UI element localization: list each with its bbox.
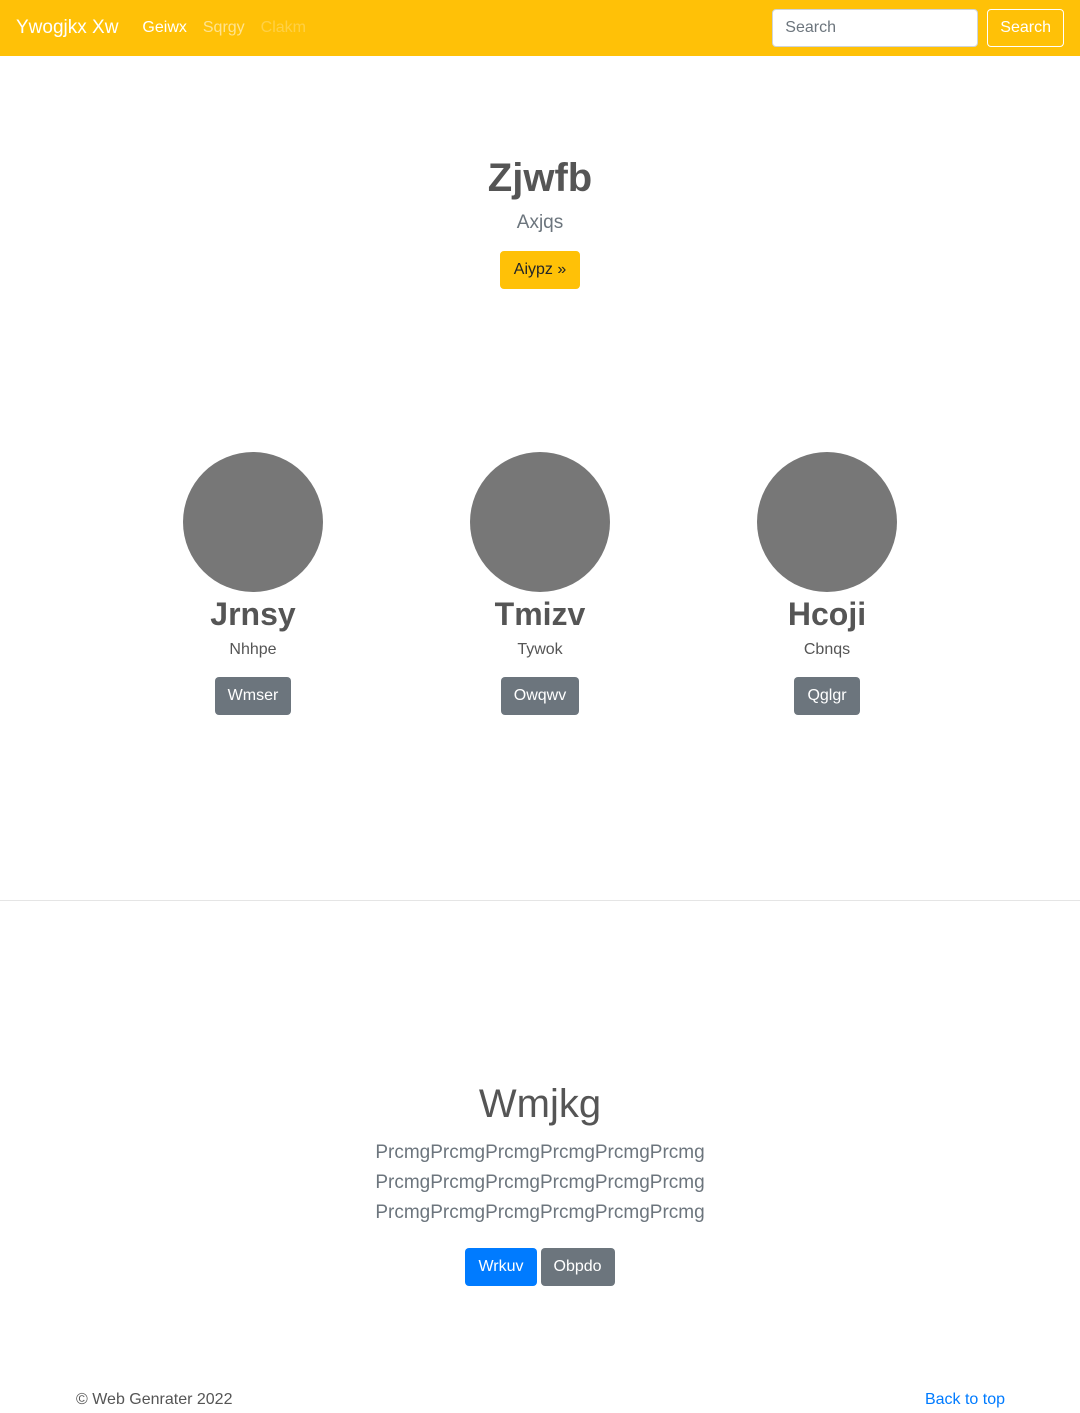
member-name: Hcoji	[787, 596, 867, 632]
nav-link-clakm: Clakm	[260, 19, 307, 36]
team-member-card: Tmizv Tywok Owqwv	[460, 452, 620, 715]
top-navbar: Ywogjkx Xw Geiwx Sqrgy Clakm Search	[0, 0, 1080, 56]
member-button[interactable]: Wmser	[214, 677, 292, 715]
search-form: Search	[772, 9, 1064, 47]
avatar-placeholder	[757, 452, 897, 592]
avatar-placeholder	[183, 452, 323, 592]
member-button[interactable]: Owqwv	[500, 677, 580, 715]
promo-text: PrcmgPrcmgPrcmgPrcmgPrcmgPrcmgPrcmgPrcmg…	[375, 1142, 705, 1223]
nav-link-sqrgy[interactable]: Sqrgy	[203, 19, 245, 37]
team-member-card: Jrnsy Nhhpe Wmser	[173, 452, 333, 715]
member-button[interactable]: Qglgr	[794, 677, 860, 715]
nav-link-geiwx[interactable]: Geiwx	[142, 19, 186, 37]
search-button[interactable]: Search	[987, 9, 1064, 47]
promo-section: Wmjkg PrcmgPrcmgPrcmgPrcmgPrcmgPrcmgPrcm…	[0, 1078, 1080, 1286]
promo-primary-button[interactable]: Wrkuv	[465, 1248, 537, 1286]
team-member-card: Hcoji Cbnqs Qglgr	[747, 452, 907, 715]
promo-button-group: Wrkuv Obpdo	[0, 1248, 1080, 1286]
hero-subtitle: Axjqs	[516, 212, 564, 233]
hero-section: Zjwfb Axjqs Aiypz »	[0, 152, 1080, 289]
promo-secondary-button[interactable]: Obpdo	[540, 1248, 615, 1286]
hero-title: Zjwfb	[487, 156, 593, 200]
member-name: Jrnsy	[210, 596, 296, 632]
section-divider	[0, 900, 1080, 901]
avatar-placeholder	[470, 452, 610, 592]
member-role: Tywok	[517, 641, 563, 658]
footer-copyright: © Web Genrater 2022	[76, 1391, 233, 1408]
member-role: Cbnqs	[803, 641, 851, 658]
hero-cta-button[interactable]: Aiypz »	[499, 251, 581, 289]
back-to-top-link[interactable]: Back to top	[925, 1391, 1005, 1409]
member-role: Nhhpe	[229, 641, 277, 658]
brand-link[interactable]: Ywogjkx Xw	[16, 17, 118, 39]
member-name: Tmizv	[494, 596, 586, 632]
search-input[interactable]	[772, 9, 979, 47]
promo-title: Wmjkg	[478, 1082, 602, 1126]
